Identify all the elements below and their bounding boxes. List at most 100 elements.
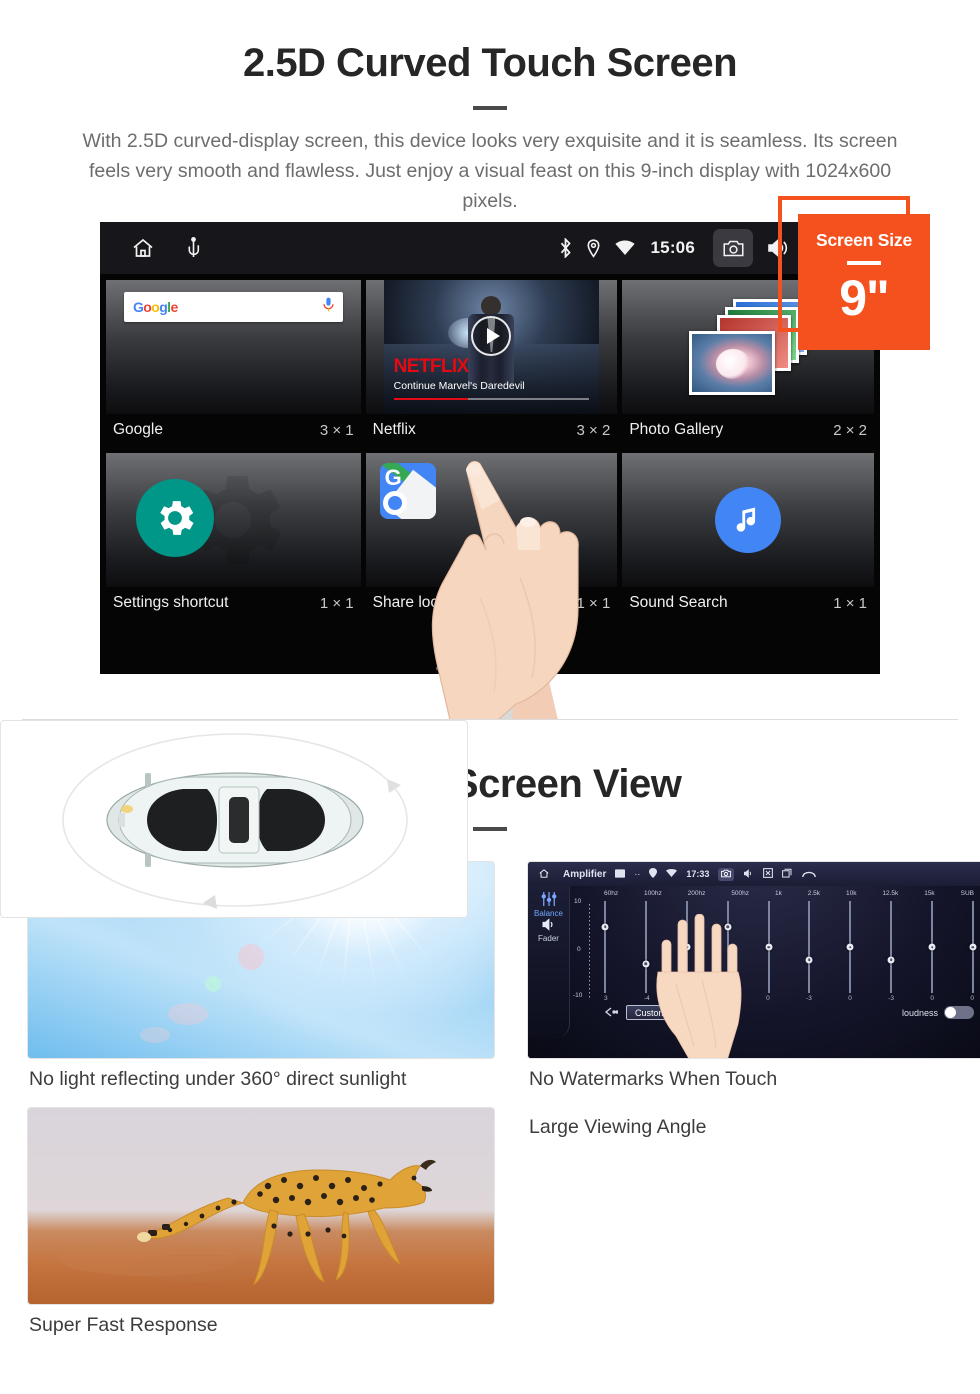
camera-icon[interactable]	[713, 229, 753, 267]
volume-icon[interactable]	[743, 868, 754, 880]
widget-row-2: Settings shortcut 1 × 1 G Share location…	[106, 453, 874, 621]
band-label: 100hz	[644, 890, 662, 897]
google-search-box: Google	[124, 292, 343, 322]
feature-card-car: Large Viewing Angle	[0, 720, 980, 1337]
band-label: SUB	[960, 890, 974, 897]
band-label: 200hz	[687, 890, 706, 897]
widget-size: 2 × 2	[833, 421, 867, 439]
mic-icon	[323, 297, 334, 317]
band-label: 500hz	[731, 890, 750, 897]
widget-size: 3 × 1	[319, 421, 354, 439]
widget-label: Netflix	[372, 421, 416, 438]
settings-gear-icon	[136, 479, 214, 557]
android-status-bar: 15:06	[100, 222, 880, 274]
gain-scale: 10 0 -10	[573, 898, 594, 1000]
location-pin-icon	[649, 868, 658, 880]
share-location-widget: G	[365, 453, 618, 587]
back-icon[interactable]	[802, 869, 817, 880]
eq-slider[interactable]	[765, 901, 772, 993]
badge-divider	[847, 261, 881, 265]
loudness-toggle[interactable]	[944, 1006, 974, 1019]
band-label: 1k	[774, 890, 782, 897]
widget-label: Settings shortcut	[113, 594, 229, 611]
close-boxed-icon[interactable]	[763, 868, 774, 880]
eq-slider[interactable]	[887, 901, 895, 993]
more-dots-icon: ··	[634, 869, 641, 879]
location-pin-icon	[586, 238, 601, 258]
feature-caption: Large Viewing Angle	[529, 1116, 707, 1138]
widget-label: Google	[113, 421, 163, 438]
widget-picker[interactable]: Google Google 3 × 1 NETFLIX Continue Mar…	[100, 274, 880, 674]
fader-label[interactable]: Fader	[528, 934, 569, 943]
screen-size-badge: Screen Size 9"	[778, 196, 930, 352]
eq-slider[interactable]	[969, 901, 977, 993]
home-icon[interactable]	[538, 868, 550, 881]
eq-slider[interactable]	[601, 901, 609, 993]
scale-mid: 0	[577, 946, 581, 953]
music-note-icon	[715, 487, 782, 553]
play-icon[interactable]	[471, 316, 512, 357]
eq-values: 3 -4 0 0 0 -3 0 -3 0 0	[578, 993, 980, 1002]
settings-shortcut-widget	[106, 453, 361, 587]
netflix-widget: NETFLIX Continue Marvel's Daredevil	[365, 280, 618, 414]
widget-size: 1 × 1	[576, 594, 611, 612]
widget-item-settings-shortcut[interactable]: Settings shortcut 1 × 1	[106, 453, 361, 621]
band-label: 12.5k	[882, 890, 899, 897]
home-icon[interactable]	[130, 236, 156, 260]
eq-value: 0	[848, 995, 852, 1002]
widget-item-sound-search[interactable]: Sound Search 1 × 1	[622, 453, 874, 621]
eq-value: 3	[604, 995, 608, 1002]
usb-icon[interactable]	[186, 237, 201, 259]
eq-value: 0	[970, 995, 974, 1002]
netflix-subtitle: Continue Marvel's Daredevil	[393, 380, 525, 392]
widget-item-share-location[interactable]: G Share location 1 × 1	[365, 453, 618, 621]
eq-slider[interactable]	[846, 901, 854, 993]
curved-touch-screen-section: 2.5D Curved Touch Screen With 2.5D curve…	[0, 0, 980, 720]
open-hand-illustration	[656, 914, 742, 1058]
running-cheetah-image	[27, 1107, 495, 1305]
widget-item-google[interactable]: Google Google 3 × 1	[106, 280, 361, 448]
badge-value: 9"	[839, 270, 890, 326]
progress-bar	[393, 397, 590, 400]
eq-value: 0	[930, 995, 934, 1002]
equalizer-sliders[interactable]	[578, 897, 980, 993]
widget-item-netflix[interactable]: NETFLIX Continue Marvel's Daredevil Netf…	[365, 280, 618, 448]
amplifier-clock: 17:33	[686, 869, 710, 879]
widget-label: Photo Gallery	[629, 421, 724, 438]
google-search-widget: Google	[106, 280, 361, 414]
car-body	[106, 772, 364, 868]
page-title: 2.5D Curved Touch Screen	[242, 41, 738, 85]
back-chevron-icon[interactable]	[604, 1006, 619, 1019]
feature-caption: No light reflecting under 360° direct su…	[29, 1068, 407, 1090]
eq-slider[interactable]	[928, 901, 936, 993]
feature-card-grid: No light reflecting under 360° direct su…	[0, 720, 980, 1337]
scale-max: 10	[574, 898, 582, 905]
amplifier-title: Amplifier	[563, 868, 607, 880]
equalizer-panel[interactable]: 60hz 100hz 200hz 500hz 1k 2.5k 10k 12.5k…	[570, 886, 980, 1038]
ips-full-screen-view-section: IPS Full Screen View No light reflecting…	[0, 720, 980, 1337]
status-clock: 15:06	[650, 238, 695, 257]
feature-caption: Super Fast Response	[29, 1314, 218, 1336]
cheetah-figure	[58, 1159, 436, 1286]
page-dot-1[interactable]	[436, 667, 464, 670]
balance-icon[interactable]	[541, 892, 557, 908]
title-underline	[473, 106, 507, 110]
eq-slider[interactable]	[805, 901, 813, 993]
recent-apps-icon[interactable]	[782, 868, 793, 880]
camera-icon[interactable]	[718, 867, 735, 881]
bluetooth-icon	[559, 238, 572, 258]
amplifier-equalizer-image: Amplifier ·· 17:33 Balance Fader 60hz 10…	[527, 861, 980, 1059]
amplifier-footer: Custom loudness	[578, 1002, 980, 1020]
android-device-screen: 15:06 Google Google 3 × 1 NETFLIX Contin…	[100, 222, 880, 674]
fader-icon[interactable]	[541, 918, 557, 933]
loudness-label: loudness	[901, 1007, 938, 1018]
widget-label: Share location	[372, 594, 472, 611]
eq-value: -3	[806, 995, 812, 1002]
netflix-logo: NETFLIX	[393, 356, 470, 377]
car-top-view-image	[0, 720, 468, 918]
amplifier-status-bar: Amplifier ·· 17:33	[528, 862, 980, 886]
wifi-icon	[666, 869, 678, 879]
widget-size: 1 × 1	[319, 594, 354, 612]
balance-label[interactable]: Balance	[528, 909, 569, 918]
feature-card-cheetah: Super Fast Response	[27, 1107, 497, 1337]
